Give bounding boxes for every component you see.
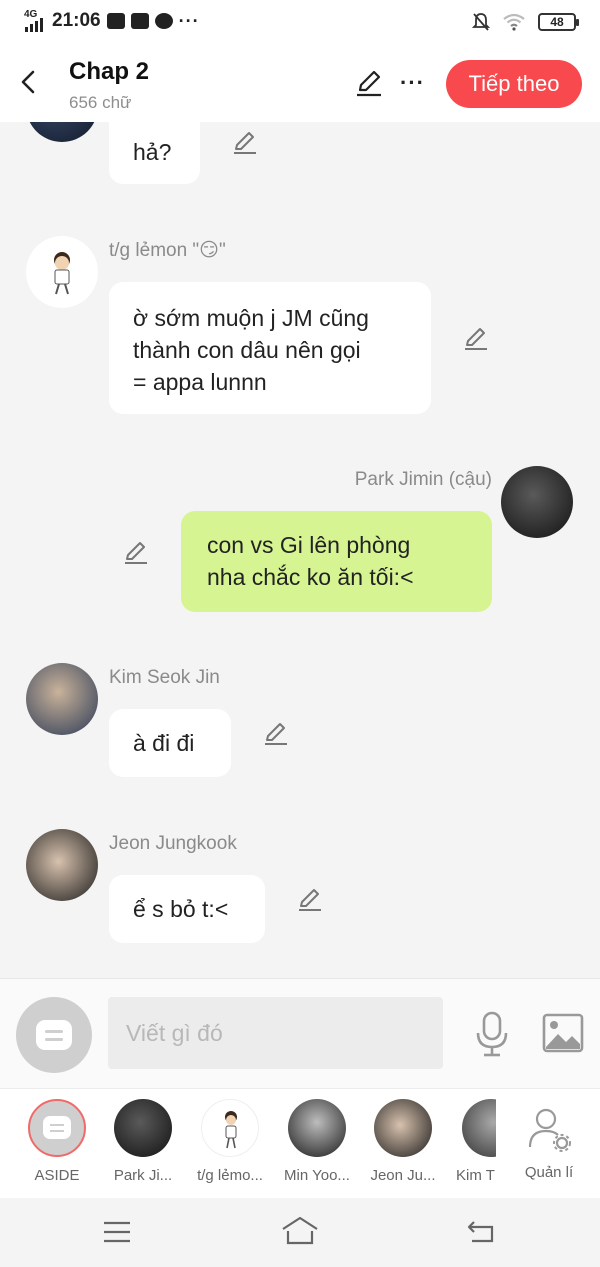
character-park-jimin[interactable]: Park Ji... xyxy=(100,1099,186,1184)
more-icon[interactable]: ··· xyxy=(400,70,425,96)
image-icon[interactable] xyxy=(542,1013,584,1053)
status-time: 21:06 xyxy=(52,10,101,31)
microphone-icon[interactable] xyxy=(474,1011,510,1057)
avatar[interactable] xyxy=(26,122,98,142)
message-bubble[interactable]: ể s bỏ t:< xyxy=(109,875,265,943)
wifi-icon xyxy=(503,13,525,31)
character-bar: ASIDE Park Ji... t/g lẻmo... Min Yoo... … xyxy=(0,1088,600,1198)
facebook-icon xyxy=(130,13,149,29)
message-composer xyxy=(0,978,600,1088)
character-kim-t[interactable]: Kim T xyxy=(446,1099,496,1184)
chapter-title: Chap 2 xyxy=(69,58,150,85)
manage-characters-icon xyxy=(528,1108,571,1152)
sender-name: Kim Seok Jin xyxy=(109,667,220,688)
mail-icon xyxy=(106,13,125,29)
pencil-icon[interactable] xyxy=(122,539,150,567)
mute-icon xyxy=(472,13,490,31)
message-bubble[interactable]: con vs Gi lên phòng nha chắc ko ăn tối:< xyxy=(181,511,492,612)
pencil-icon[interactable] xyxy=(231,129,259,157)
chat-icon xyxy=(36,1020,72,1050)
chat-area: hả? t/g lẻmon "😏" ờ sớm muộn j JM cũng t… xyxy=(0,122,600,978)
avatar xyxy=(114,1099,172,1157)
manage-characters-button[interactable]: Quản lí xyxy=(506,1099,592,1181)
message-bubble[interactable]: à đi đi xyxy=(109,709,231,777)
word-count: 656 chữ xyxy=(69,93,132,112)
chapter-header: Chap 2 656 chữ ··· Tiếp theo xyxy=(0,46,600,122)
character-min-yoongi[interactable]: Min Yoo... xyxy=(274,1099,360,1184)
sender-name: Jeon Jungkook xyxy=(109,833,237,854)
sender-name: t/g lẻmon "😏" xyxy=(109,240,226,261)
avatar xyxy=(201,1099,259,1157)
avatar xyxy=(462,1099,496,1157)
message-input[interactable] xyxy=(108,997,443,1069)
message-icon xyxy=(154,13,173,29)
pencil-icon[interactable] xyxy=(262,720,290,748)
character-tg-lemon[interactable]: t/g lẻmo... xyxy=(187,1099,273,1184)
aside-toggle-button[interactable] xyxy=(16,997,92,1073)
message-bubble[interactable]: ờ sớm muộn j JM cũng thành con dâu nên g… xyxy=(109,282,431,414)
home-icon[interactable] xyxy=(280,1216,320,1246)
avatar[interactable] xyxy=(501,466,573,538)
menu-icon[interactable] xyxy=(102,1220,132,1244)
message-bubble[interactable]: hả? xyxy=(109,122,200,184)
battery-indicator: 48 xyxy=(538,13,579,31)
pencil-icon[interactable] xyxy=(462,325,490,353)
avatar[interactable] xyxy=(26,663,98,735)
avatar[interactable] xyxy=(26,829,98,901)
signal-icon: 4G xyxy=(24,9,46,32)
avatar[interactable] xyxy=(26,236,98,308)
back-nav-icon[interactable] xyxy=(466,1218,498,1244)
character-aside[interactable]: ASIDE xyxy=(14,1099,100,1184)
character-jeon-jungkook[interactable]: Jeon Ju... xyxy=(360,1099,446,1184)
sender-name: Park Jimin (cậu) xyxy=(354,469,492,490)
back-arrow-icon[interactable] xyxy=(14,62,44,102)
avatar xyxy=(374,1099,432,1157)
next-chapter-button[interactable]: Tiếp theo xyxy=(446,60,582,108)
avatar xyxy=(288,1099,346,1157)
system-nav-bar xyxy=(0,1198,600,1267)
pencil-icon[interactable] xyxy=(296,886,324,914)
status-more: ··· xyxy=(178,10,200,31)
pencil-icon[interactable] xyxy=(354,68,384,98)
status-bar: 4G 21:06 ··· 48 xyxy=(0,0,600,46)
